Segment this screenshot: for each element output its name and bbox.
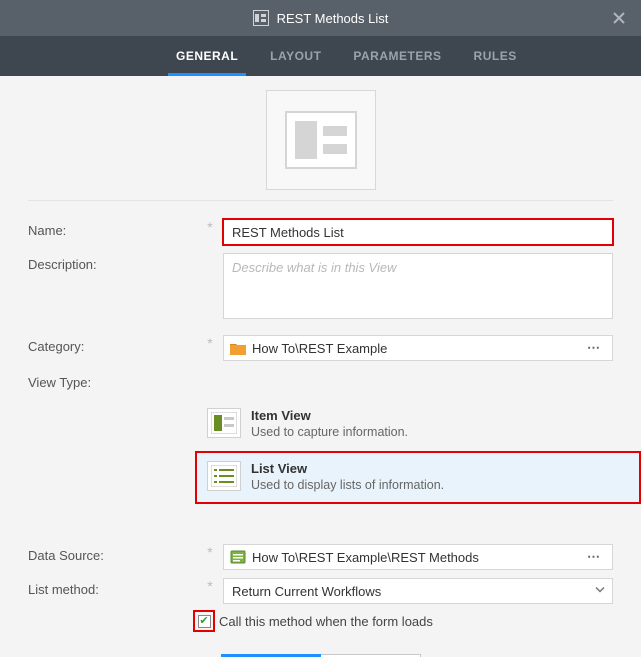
- category-browse-icon[interactable]: ⋯: [584, 340, 604, 356]
- listmethod-value: Return Current Workflows: [232, 584, 381, 599]
- folder-icon: [230, 342, 246, 355]
- tabs: GENERAL LAYOUT PARAMETERS RULES: [0, 36, 641, 76]
- datasource-label: Data Source:: [28, 544, 203, 563]
- tab-parameters[interactable]: PARAMETERS: [337, 36, 457, 76]
- required-icon: *: [207, 578, 212, 594]
- chevron-down-icon: [594, 584, 606, 599]
- call-on-load-row: ✔ Call this method when the form loads: [195, 612, 641, 630]
- tab-layout[interactable]: LAYOUT: [254, 36, 337, 76]
- itemview-icon: [207, 408, 241, 438]
- modal-title: REST Methods List: [277, 11, 389, 26]
- listmethod-label: List method:: [28, 578, 203, 597]
- category-lookup[interactable]: How To\REST Example ⋯: [223, 335, 613, 361]
- view-thumbnail-row: [28, 76, 613, 201]
- category-label: Category:: [28, 335, 203, 354]
- view-icon: [253, 10, 269, 26]
- category-value: How To\REST Example: [252, 341, 578, 356]
- viewtype-options: Item View Used to capture information. L…: [195, 398, 641, 504]
- tab-general[interactable]: GENERAL: [160, 36, 254, 76]
- modal-header: REST Methods List: [0, 0, 641, 36]
- datasource-lookup[interactable]: How To\REST Example\REST Methods ⋯: [223, 544, 613, 570]
- viewtype-option-list[interactable]: List View Used to display lists of infor…: [195, 451, 641, 504]
- listview-icon: [207, 461, 241, 491]
- view-thumbnail: [266, 90, 376, 190]
- viewtype-label: View Type:: [28, 371, 203, 390]
- description-label: Description:: [28, 253, 203, 272]
- check-icon: ✔: [199, 616, 208, 627]
- call-on-load-checkbox[interactable]: ✔: [195, 612, 213, 630]
- form: Name: * Description: Category: * How To\…: [0, 201, 641, 390]
- listmethod-select[interactable]: Return Current Workflows: [223, 578, 613, 604]
- required-icon: *: [207, 219, 212, 235]
- viewtype-list-desc: Used to display lists of information.: [251, 478, 444, 492]
- viewtype-list-title: List View: [251, 461, 444, 476]
- name-label: Name:: [28, 219, 203, 238]
- smartobject-icon: [230, 549, 246, 565]
- close-icon[interactable]: [605, 0, 633, 36]
- viewtype-item-title: Item View: [251, 408, 408, 423]
- required-icon: *: [207, 335, 212, 351]
- viewtype-item-desc: Used to capture information.: [251, 425, 408, 439]
- viewtype-option-item[interactable]: Item View Used to capture information.: [195, 398, 641, 451]
- call-on-load-label: Call this method when the form loads: [219, 614, 433, 629]
- datasource-browse-icon[interactable]: ⋯: [584, 549, 604, 565]
- required-icon: *: [207, 544, 212, 560]
- datasource-value: How To\REST Example\REST Methods: [252, 550, 578, 565]
- tab-rules[interactable]: RULES: [458, 36, 533, 76]
- description-input[interactable]: [223, 253, 613, 319]
- name-input[interactable]: [223, 219, 613, 245]
